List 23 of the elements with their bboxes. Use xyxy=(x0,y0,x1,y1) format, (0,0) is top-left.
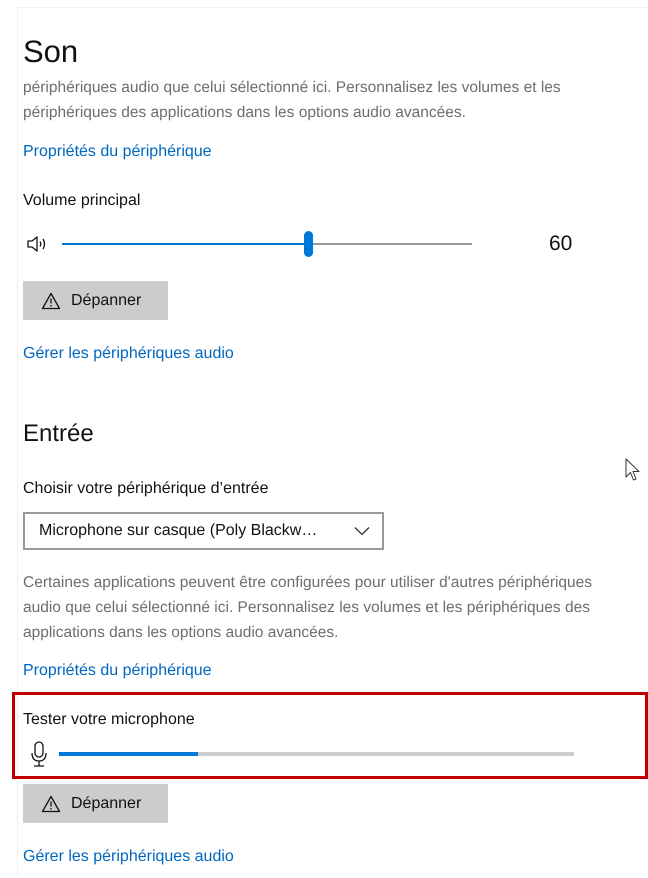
link[interactable]: Propriétés du périphérique xyxy=(23,660,212,682)
troubleshoot-button[interactable]: Dépanner xyxy=(23,281,168,320)
volume-slider-track[interactable] xyxy=(62,231,472,257)
slider-thumb[interactable] xyxy=(304,231,313,257)
test-label: Tester votre microphone xyxy=(23,710,195,730)
troubleshoot-button[interactable]: Dépanner xyxy=(23,784,168,823)
mouse-pointer-icon xyxy=(625,458,641,482)
link[interactable]: Gérer les périphériques audio xyxy=(23,343,234,365)
volume-label: Volume principal xyxy=(23,191,140,211)
page-title: Son xyxy=(23,33,78,71)
link[interactable]: Gérer les périphériques audio xyxy=(23,846,234,868)
section-heading: Entrée xyxy=(23,419,94,449)
device-label: Choisir votre périphérique d’entrée xyxy=(23,479,268,499)
link[interactable]: Propriétés du périphérique xyxy=(23,141,212,163)
microphone-icon xyxy=(29,741,49,767)
description-text: périphériques audio que celui sélectionné ici. Personnalisez les volumes et les périphériques des applications dans les options audio avancées. xyxy=(23,80,562,123)
speaker-icon xyxy=(26,234,48,254)
warning-icon xyxy=(41,794,61,812)
chevron-down-icon xyxy=(354,526,370,536)
volume-value: 60 xyxy=(549,231,572,257)
device-dropdown[interactable]: Microphone sur casque (Poly Blackw… xyxy=(23,512,384,550)
warning-icon xyxy=(41,292,61,310)
description-text: Certaines applications peuvent être configurées pour utiliser d'autres périphériques audio que celui sélectionné ici. Personnalisez les volumes et les périphériques des applications dans les options audio avancées. xyxy=(23,572,594,642)
